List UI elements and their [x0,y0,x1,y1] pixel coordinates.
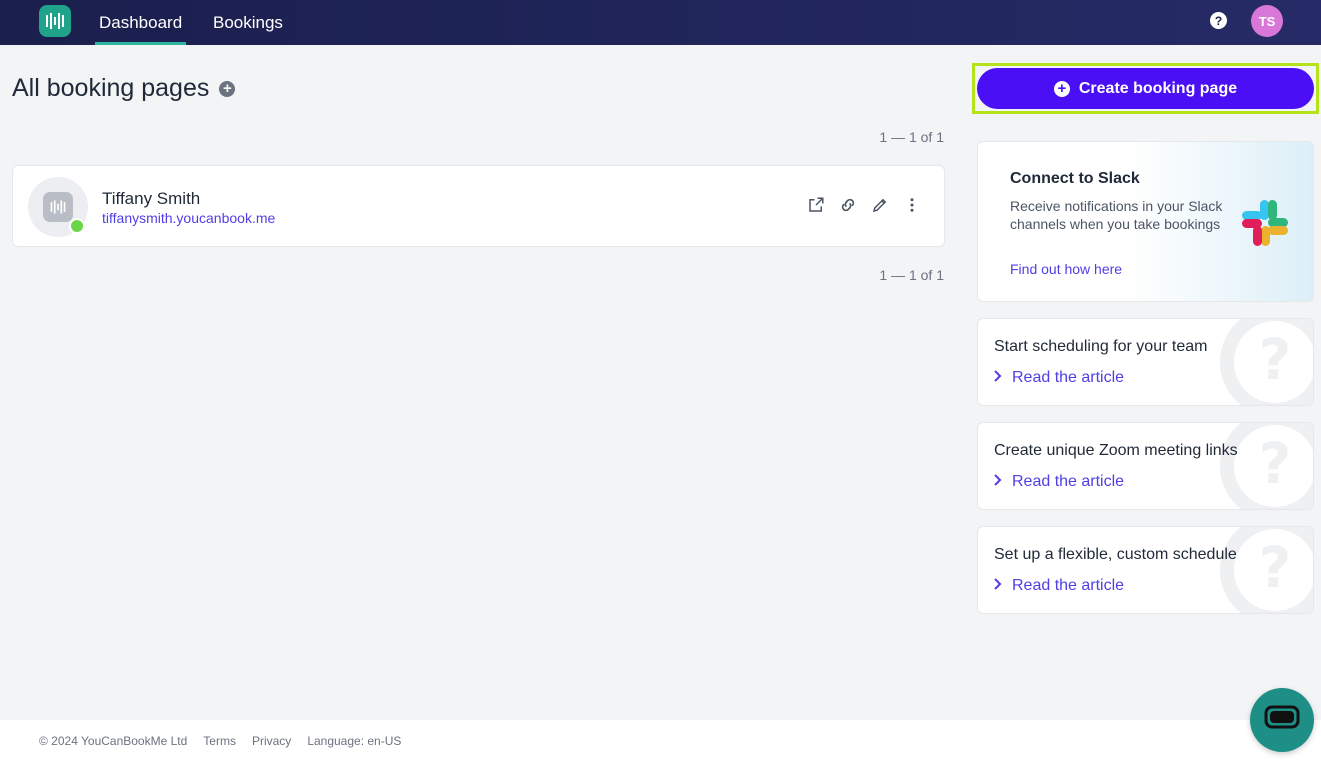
create-booking-page-label: Create booking page [1078,79,1238,97]
slack-promo-card: Connect to Slack Receive notifications i… [977,141,1314,302]
footer-copyright: © 2024 YouCanBookMe Ltd [39,733,188,748]
read-article-label: Read the article [1012,577,1125,594]
article-card-zoom[interactable]: ? Create unique Zoom meeting links Read … [977,422,1314,510]
booking-page-actions [806,195,922,215]
pager-top: 1 — 1 of 1 [879,129,944,145]
article-title: Start scheduling for your team [994,338,1208,355]
more-options-icon[interactable] [902,195,922,215]
booking-page-url[interactable]: tiffanysmith.youcanbook.me [102,210,275,226]
booking-logo-icon [43,192,73,222]
article-title: Create unique Zoom meeting links [994,442,1238,459]
footer-privacy-link[interactable]: Privacy [252,734,291,748]
read-article-link[interactable]: Read the article [994,473,1124,491]
open-external-icon[interactable] [806,195,826,215]
chevron-right-icon [994,369,1002,387]
booking-page-card[interactable]: Tiffany Smith tiffanysmith.youcanbook.me [12,165,945,247]
chat-support-button[interactable] [1250,688,1314,752]
plus-circle-icon: + [1053,80,1070,97]
question-mark-icon: ? [1220,423,1313,509]
slack-card-title: Connect to Slack [1010,170,1140,187]
help-icon[interactable]: ? [1210,12,1227,29]
svg-text:?: ? [1259,432,1291,497]
tab-dashboard[interactable]: Dashboard [94,0,187,45]
read-article-link[interactable]: Read the article [994,577,1124,595]
top-navbar: Dashboard Bookings ? TS [0,0,1321,45]
question-mark-icon: ? [1220,527,1313,613]
page-title: All booking pages + [12,74,236,103]
online-status-badge [69,218,85,234]
article-title: Set up a flexible, custom schedule [994,546,1237,563]
app-logo-icon[interactable] [39,5,71,37]
footer: © 2024 YouCanBookMe Ltd Terms Privacy La… [0,720,1321,761]
copy-link-icon[interactable] [838,195,858,215]
page-title-text: All booking pages [12,74,210,102]
read-article-link[interactable]: Read the article [994,369,1124,387]
booking-page-name: Tiffany Smith [102,189,201,208]
article-card-team[interactable]: ? Start scheduling for your team Read th… [977,318,1314,406]
user-avatar[interactable]: TS [1251,5,1283,37]
create-booking-page-button[interactable]: + Create booking page [977,68,1314,109]
svg-text:?: ? [1259,328,1291,393]
footer-terms-link[interactable]: Terms [203,734,236,748]
tab-bookings[interactable]: Bookings [213,0,283,45]
slack-card-description: Receive notifications in your Slack chan… [1010,198,1223,232]
read-article-label: Read the article [1012,473,1125,490]
slack-find-out-link[interactable]: Find out how here [1010,261,1122,277]
read-article-label: Read the article [1012,369,1125,386]
svg-text:?: ? [1259,536,1291,601]
chevron-right-icon [994,577,1002,595]
edit-pencil-icon[interactable] [870,195,890,215]
pager-bottom: 1 — 1 of 1 [879,267,944,283]
question-mark-icon: ? [1220,319,1313,405]
article-card-schedule[interactable]: ? Set up a flexible, custom schedule Rea… [977,526,1314,614]
footer-language-selector[interactable]: Language: en-US [307,734,401,748]
add-booking-page-icon[interactable]: + [219,80,236,97]
chevron-right-icon [994,473,1002,491]
slack-logo-icon [1240,198,1290,253]
chat-bubble-icon [1264,703,1300,738]
